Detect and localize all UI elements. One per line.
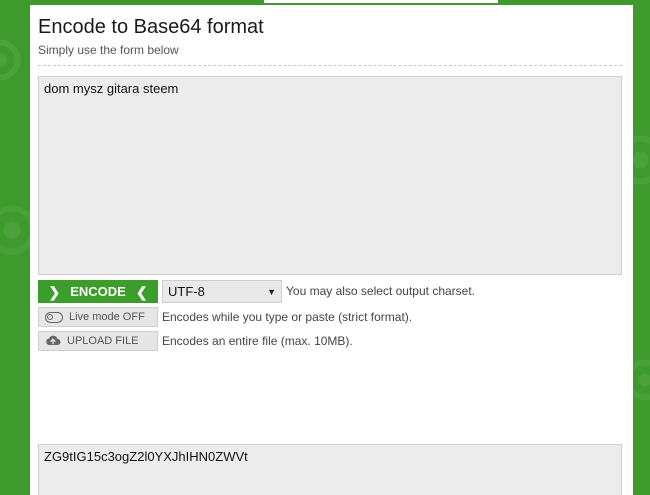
live-mode-hint: Encodes while you type or paste (strict … [162, 310, 413, 324]
encoder-panel: Encode to Base64 format Simply use the f… [30, 5, 633, 495]
upload-file-label: UPLOAD FILE [67, 335, 139, 347]
page-title: Encode to Base64 format [38, 16, 264, 38]
page-subtitle: Simply use the form below [38, 43, 179, 57]
triangle-down-icon: ▼ [267, 286, 276, 297]
charset-select-value: UTF-8 [168, 284, 205, 299]
encode-button-label: ENCODE [70, 284, 126, 299]
charset-hint: You may also select output charset. [286, 284, 475, 298]
encode-button[interactable]: ❯ ENCODE ❮ [38, 280, 158, 303]
top-strip [264, 0, 498, 3]
chevron-left-icon: ❮ [135, 283, 148, 300]
input-textarea[interactable]: dom mysz gitara steem [38, 76, 622, 275]
chevron-right-icon: ❯ [48, 283, 61, 300]
upload-file-button[interactable]: UPLOAD FILE [38, 331, 158, 351]
toggle-off-icon [45, 311, 63, 323]
divider [38, 65, 622, 66]
live-mode-label: Live mode OFF [69, 311, 145, 323]
cloud-upload-icon [45, 334, 61, 349]
output-textarea[interactable]: ZG9tIG15c3ogZ2l0YXJhIHN0ZWVt [38, 444, 622, 495]
upload-hint: Encodes an entire file (max. 10MB). [162, 334, 353, 348]
charset-select[interactable]: UTF-8 ▼ [162, 280, 282, 303]
live-mode-toggle[interactable]: Live mode OFF [38, 307, 158, 327]
